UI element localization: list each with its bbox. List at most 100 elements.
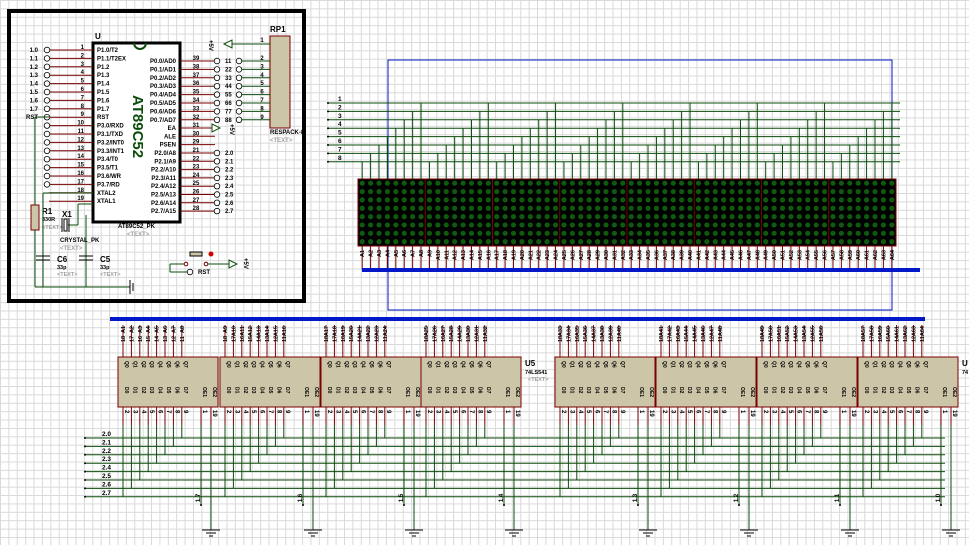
latch-d-name: D0 [426, 387, 432, 394]
latch-q-name: Q1 [233, 361, 239, 368]
terminal-rst[interactable] [186, 268, 194, 276]
led-dot [393, 197, 399, 203]
led-dot [510, 205, 517, 211]
r1-body[interactable] [30, 204, 40, 231]
matrix-pin-label: A35 [646, 250, 652, 260]
terminal-1.3[interactable] [43, 71, 51, 79]
led-dot [611, 180, 617, 186]
terminal-2.1[interactable] [213, 158, 221, 165]
terminal-15[interactable] [43, 164, 51, 171]
terminal-55[interactable] [213, 91, 221, 98]
terminal-1.1[interactable] [43, 55, 51, 62]
terminal-2.5[interactable] [213, 191, 221, 198]
latch-q-label: A36 [583, 326, 589, 336]
led-dot [721, 180, 727, 186]
led-dot [670, 205, 676, 211]
led-dot [889, 239, 895, 245]
terminal-12[interactable] [43, 139, 51, 146]
led-dot [494, 222, 500, 228]
led-dot [763, 188, 769, 195]
led-dot [729, 180, 735, 186]
terminal-11[interactable] [213, 57, 221, 65]
rp1-terminal[interactable] [235, 108, 243, 115]
schematic-canvas[interactable]: U AT89C52 AT89C52_PK <TEXT> 1 P1.0/T2 1.0 2 P1.1… [0, 0, 969, 545]
latch-q-name: Q1 [334, 361, 340, 368]
rp1-body[interactable] [269, 35, 291, 129]
led-dot [435, 214, 441, 220]
latch-d-name: D4 [460, 387, 466, 394]
led-dot [418, 197, 424, 203]
terminal-2.7[interactable] [213, 207, 221, 215]
led-dot [620, 205, 626, 211]
terminal-11[interactable] [43, 130, 51, 138]
led-dot [569, 188, 575, 195]
terminal-14[interactable] [43, 155, 51, 163]
pin-name: P0.5/AD5 [150, 101, 177, 107]
terminal-2.3[interactable] [213, 174, 221, 182]
terminal-33[interactable] [213, 74, 221, 81]
led-dot [880, 180, 886, 186]
latch-q-pin-number: 13 [466, 336, 472, 342]
c6-ref: C6 [57, 255, 68, 264]
latch-q-label: A25 [424, 326, 430, 336]
led-dot [368, 239, 374, 245]
terminal-1.6[interactable] [43, 97, 51, 104]
rp1-terminal[interactable] [235, 74, 243, 81]
latch-d-name: D2 [140, 387, 146, 394]
reset-button-icon[interactable] [189, 251, 203, 257]
latch-d-pin-number: 8 [610, 410, 616, 414]
terminal-66[interactable] [213, 99, 221, 107]
latch-q-name: Q7 [720, 361, 726, 368]
terminal-88[interactable] [213, 116, 221, 123]
pin-name: XTAL1 [97, 199, 116, 205]
terminal-1.2[interactable] [43, 63, 51, 70]
matrix-pin-label: A26 [570, 250, 576, 260]
rp1-terminal[interactable] [235, 66, 243, 73]
terminal-44[interactable] [213, 82, 221, 90]
terminal-13[interactable] [43, 147, 51, 154]
latch-d-name: D4 [796, 387, 802, 394]
led-dot [872, 180, 878, 186]
terminal-2.4[interactable] [213, 182, 221, 190]
led-dot [889, 180, 895, 186]
terminal-1.5[interactable] [43, 88, 51, 96]
terminal-1.7[interactable] [43, 105, 51, 112]
latch-q-pin-number: 18 [659, 336, 665, 342]
led-dot [855, 188, 861, 195]
led-dot [485, 205, 491, 211]
terminal-2.0[interactable] [213, 149, 221, 157]
terminal-16[interactable] [43, 172, 51, 180]
rp1-terminal[interactable] [235, 91, 243, 98]
rp1-terminal[interactable] [235, 116, 243, 123]
led-dot [779, 188, 786, 195]
led-dot [721, 188, 727, 195]
led-dot [586, 188, 592, 195]
led-dot [620, 180, 626, 186]
led-dot [594, 205, 601, 211]
wire-end [327, 152, 329, 155]
rp1-terminal[interactable] [235, 57, 243, 65]
rp1-terminal[interactable] [235, 82, 243, 90]
mcu-ref: U [95, 32, 101, 41]
terminal-10[interactable] [43, 122, 51, 129]
terminal-22[interactable] [213, 66, 221, 73]
wire-end [84, 462, 86, 465]
latch-d-name: D2 [443, 387, 449, 394]
terminal-17[interactable] [43, 181, 51, 188]
terminal-2.2[interactable] [213, 166, 221, 173]
led-dot [477, 205, 483, 211]
terminal-77[interactable] [213, 108, 221, 115]
net-label: 33 [225, 76, 232, 82]
rp1-terminal[interactable] [235, 99, 243, 107]
net-label: 2.1 [225, 159, 234, 165]
terminal-1.0[interactable] [43, 46, 51, 54]
led-dot [393, 180, 399, 186]
latch-q-label: A31 [474, 326, 480, 336]
matrix-pin-label: A2 [369, 250, 375, 257]
terminal-1.4[interactable] [43, 80, 51, 87]
latch-q-label: A40 [617, 326, 623, 336]
led-dot [384, 222, 391, 228]
latch-d-pin-number: 4 [443, 410, 449, 414]
pin-name: P0.2/AD2 [150, 76, 177, 82]
terminal-2.6[interactable] [213, 199, 221, 206]
